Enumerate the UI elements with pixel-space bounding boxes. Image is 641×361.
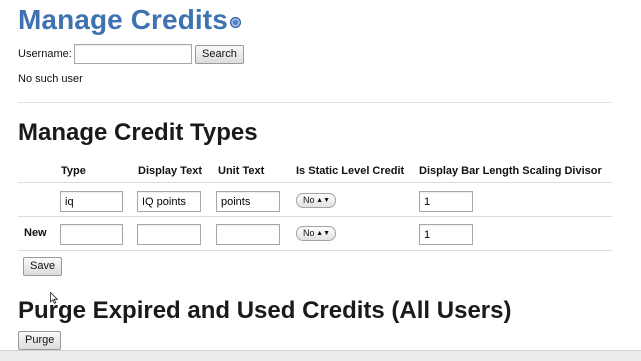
col-header-unit-text: Unit Text bbox=[218, 165, 265, 177]
status-bar bbox=[0, 350, 641, 361]
new-type-input[interactable] bbox=[60, 224, 123, 245]
help-icon[interactable] bbox=[230, 17, 241, 28]
new-unit-text-input[interactable] bbox=[216, 224, 280, 245]
display-text-input[interactable] bbox=[137, 191, 201, 212]
static-level-value: No bbox=[303, 195, 315, 205]
new-scaling-divisor-input[interactable] bbox=[419, 224, 473, 245]
scaling-divisor-input[interactable] bbox=[419, 191, 473, 212]
page-title: Manage Credits bbox=[18, 4, 228, 35]
new-static-level-value: No bbox=[303, 228, 315, 238]
credit-types-heading: Manage Credit Types bbox=[18, 119, 258, 146]
purge-button[interactable]: Purge bbox=[18, 331, 62, 350]
status-message: No such user bbox=[18, 73, 83, 85]
new-static-level-select[interactable]: No ▲▼ bbox=[296, 226, 336, 241]
select-arrows-icon: ▲▼ bbox=[316, 197, 330, 204]
mouse-cursor-icon bbox=[50, 292, 58, 304]
static-level-select[interactable]: No ▲▼ bbox=[296, 193, 336, 208]
save-button[interactable]: Save bbox=[23, 257, 63, 276]
col-header-display-text: Display Text bbox=[138, 165, 202, 177]
username-input[interactable] bbox=[74, 44, 192, 64]
search-button[interactable]: Search bbox=[195, 45, 244, 64]
type-input[interactable] bbox=[60, 191, 123, 212]
username-label: Username: bbox=[18, 48, 72, 60]
table-divider bbox=[18, 182, 612, 183]
col-header-scaling-divisor: Display Bar Length Scaling Divisor bbox=[419, 165, 602, 177]
table-divider bbox=[18, 216, 612, 217]
select-arrows-icon: ▲▼ bbox=[316, 230, 330, 237]
new-display-text-input[interactable] bbox=[137, 224, 201, 245]
col-header-static-level: Is Static Level Credit bbox=[296, 165, 405, 177]
table-divider bbox=[18, 250, 612, 251]
purge-heading: Purge Expired and Used Credits (All User… bbox=[18, 297, 512, 324]
divider bbox=[18, 102, 612, 103]
col-header-type: Type bbox=[61, 165, 86, 177]
unit-text-input[interactable] bbox=[216, 191, 280, 212]
new-row-label: New bbox=[24, 227, 47, 239]
